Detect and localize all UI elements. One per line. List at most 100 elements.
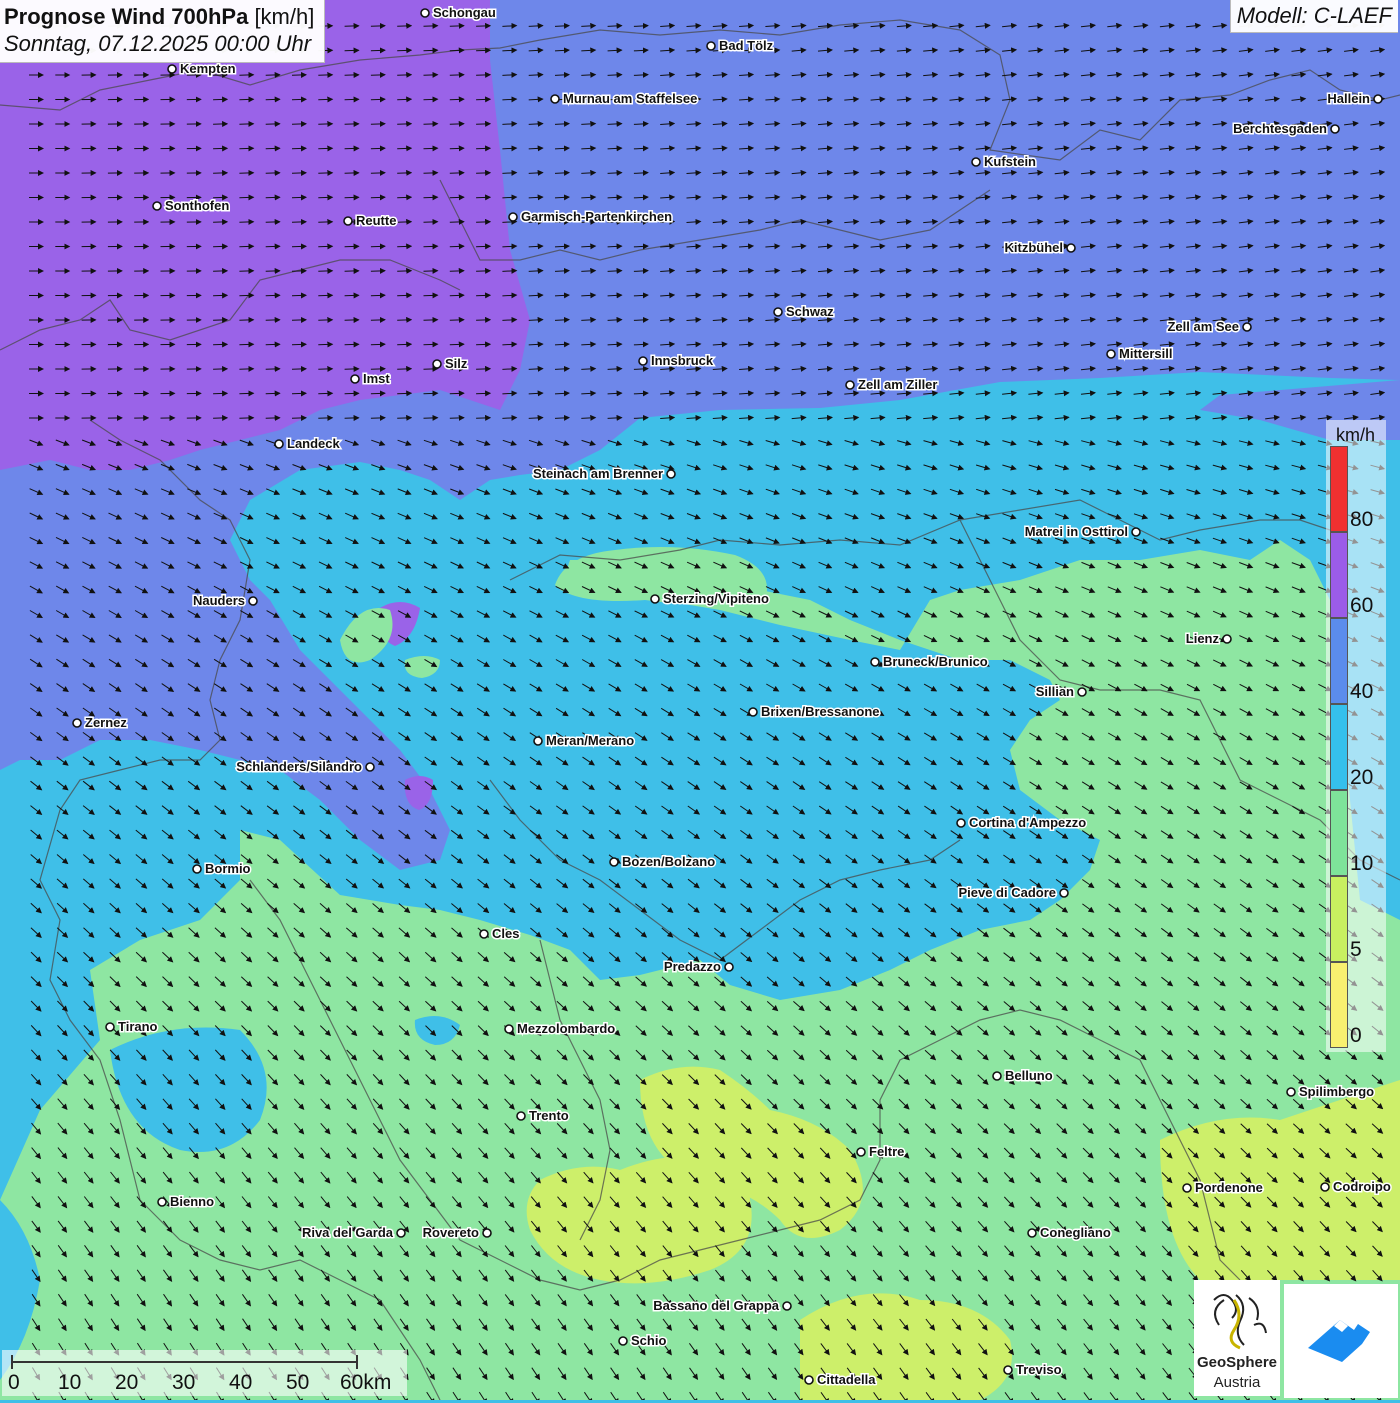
city-dot (957, 819, 965, 827)
city-dot (1331, 125, 1339, 133)
city-dot (1028, 1229, 1036, 1237)
city-label: Silz (445, 356, 468, 371)
city-label: Schlanders/Silandro (236, 759, 362, 774)
city-marker: Garmisch-Partenkirchen (509, 209, 672, 224)
city-marker: Bassano del Grappa (653, 1298, 791, 1313)
city-label: Bormio (205, 861, 251, 876)
city-label: Zell am See (1167, 319, 1239, 334)
city-marker: Pieve di Cadore (958, 885, 1068, 900)
city-label: Mittersill (1119, 346, 1172, 361)
forecast-datetime: Sonntag, 07.12.2025 00:00 Uhr (4, 30, 314, 58)
city-dot (1067, 244, 1075, 252)
city-label: Cortina d'Ampezzo (969, 815, 1086, 830)
legend-color-segment (1330, 618, 1348, 704)
city-dot (1223, 635, 1231, 643)
city-label: Predazzo (664, 959, 721, 974)
legend-tick-label: 0 (1350, 1024, 1362, 1048)
scale-bar-line (2, 1350, 407, 1372)
scale-label: 10 (58, 1371, 81, 1395)
city-marker: Cortina d'Ampezzo (957, 815, 1086, 830)
wind-map[interactable]: SchongauBad TölzKemptenMurnau am Staffel… (0, 0, 1400, 1400)
city-marker: Berchtesgaden (1233, 121, 1339, 136)
city-dot (619, 1337, 627, 1345)
city-dot (1107, 350, 1115, 358)
city-dot (551, 95, 559, 103)
city-label: Zell am Ziller (858, 377, 937, 392)
city-label: Murnau am Staffelsee (563, 91, 697, 106)
city-dot (610, 858, 618, 866)
city-label: Cles (492, 926, 519, 941)
city-marker: Sonthofen (153, 198, 229, 213)
geosphere-logo: GeoSphere Austria (1194, 1280, 1280, 1396)
city-label: Tirano (118, 1019, 158, 1034)
geosphere-country: Austria (1194, 1374, 1280, 1391)
city-marker: Brixen/Bressanone (749, 704, 880, 719)
city-dot (749, 708, 757, 716)
city-label: Berchtesgaden (1233, 121, 1327, 136)
legend-color-segment (1330, 790, 1348, 876)
city-label: Schwaz (786, 304, 834, 319)
city-dot (397, 1229, 405, 1237)
city-dot (651, 595, 659, 603)
city-label: Steinach am Brenner (533, 466, 663, 481)
city-label: Brixen/Bressanone (761, 704, 880, 719)
city-dot (421, 9, 429, 17)
map-title: Prognose Wind 700hPa (4, 4, 248, 29)
city-label: Imst (363, 371, 390, 386)
city-marker: Zell am Ziller (846, 377, 937, 392)
city-dot (517, 1112, 525, 1120)
legend-tick-label: 5 (1350, 938, 1362, 962)
city-label: Riva del Garda (302, 1225, 394, 1240)
city-dot (158, 1198, 166, 1206)
city-dot (275, 440, 283, 448)
city-label: Spilimbergo (1299, 1084, 1374, 1099)
legend-tick-label: 60 (1350, 594, 1373, 618)
city-label: Bienno (170, 1194, 214, 1209)
city-dot (351, 375, 359, 383)
legend-color-segment (1330, 704, 1348, 790)
city-label: Kufstein (984, 154, 1036, 169)
city-dot (639, 357, 647, 365)
city-dot (73, 719, 81, 727)
city-label: Garmisch-Partenkirchen (521, 209, 672, 224)
legend-unit: km/h (1336, 425, 1375, 446)
city-label: Schongau (433, 5, 496, 20)
city-marker: Matrei in Osttirol (1025, 524, 1140, 539)
city-dot (972, 158, 980, 166)
city-label: Feltre (869, 1144, 904, 1159)
city-dot (366, 763, 374, 771)
city-dot (483, 1229, 491, 1237)
city-label: Rovereto (423, 1225, 479, 1240)
city-label: Pieve di Cadore (958, 885, 1056, 900)
city-marker: Innsbruck (639, 353, 714, 368)
city-dot (774, 308, 782, 316)
legend-color-segment (1330, 446, 1348, 532)
city-label: Bruneck/Brunico (883, 654, 988, 669)
scale-label: 30 (172, 1371, 195, 1395)
city-marker: Murnau am Staffelsee (551, 91, 697, 106)
map-title-line: Prognose Wind 700hPa [km/h] (4, 3, 314, 30)
city-dot (857, 1148, 865, 1156)
city-dot (168, 65, 176, 73)
title-box: Prognose Wind 700hPa [km/h] Sonntag, 07.… (0, 0, 325, 63)
city-dot (1004, 1366, 1012, 1374)
city-marker: Sterzing/Vipiteno (651, 591, 769, 606)
city-dot (534, 737, 542, 745)
city-dot (106, 1023, 114, 1031)
scale-label: 0 (8, 1371, 20, 1395)
city-label: Kempten (180, 61, 236, 76)
scale-label: 40 (229, 1371, 252, 1395)
city-label: Treviso (1016, 1362, 1062, 1377)
city-label: Mezzolombardo (517, 1021, 615, 1036)
city-marker: Pordenone (1183, 1180, 1263, 1195)
city-dot (153, 202, 161, 210)
city-dot (667, 470, 675, 478)
city-label: Zernez (85, 715, 127, 730)
city-dot (193, 865, 201, 873)
scale-label: 60km (340, 1371, 391, 1395)
city-label: Sillian (1036, 684, 1074, 699)
city-dot (249, 597, 257, 605)
city-dot (1060, 889, 1068, 897)
legend-tick-label: 10 (1350, 852, 1373, 876)
legend-tick-label: 20 (1350, 766, 1373, 790)
